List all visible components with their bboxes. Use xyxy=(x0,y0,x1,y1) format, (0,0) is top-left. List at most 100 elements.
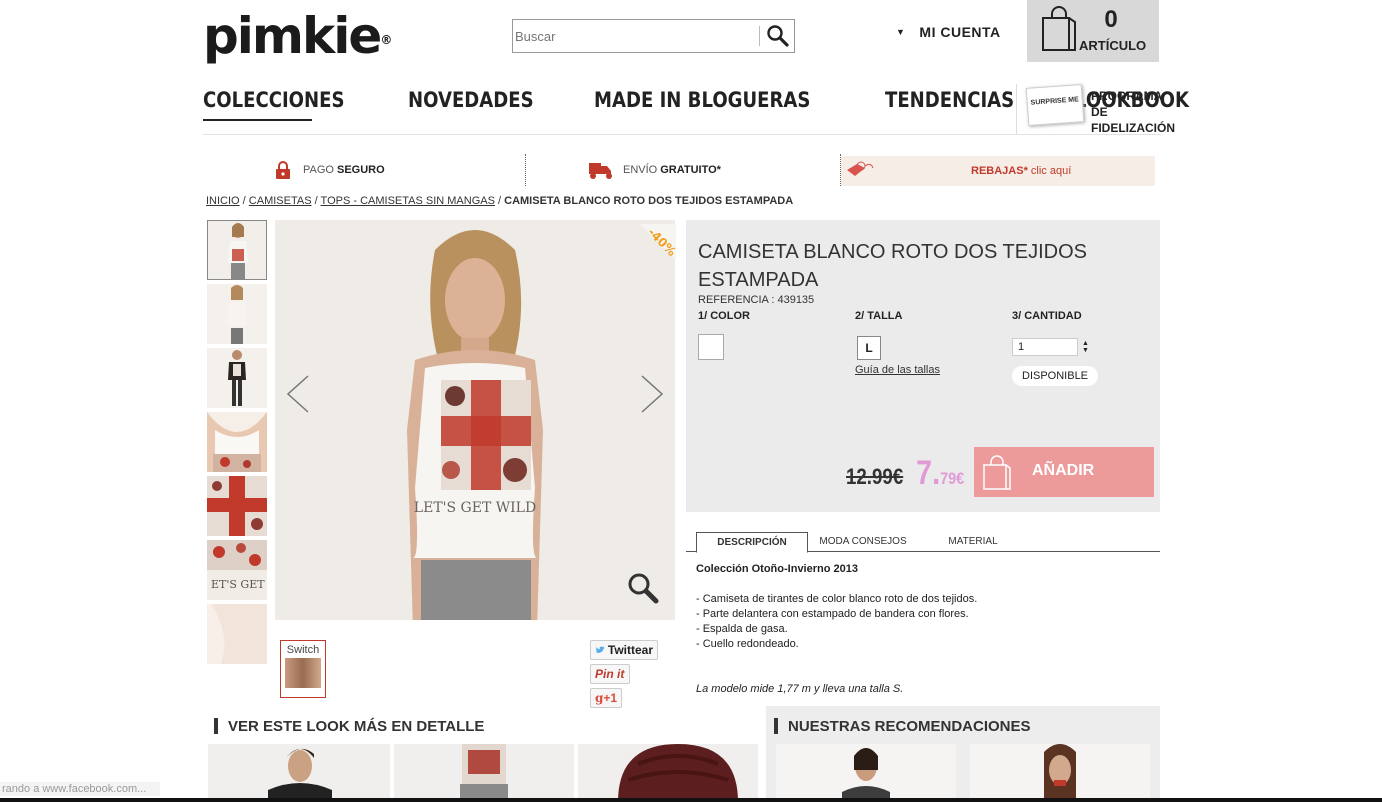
size-step-label: 2/ TALLA xyxy=(855,310,903,322)
chevron-right-icon xyxy=(641,375,664,413)
nav-divider xyxy=(203,134,1161,135)
account-menu[interactable]: ▼ MI CUENTA xyxy=(896,24,1001,40)
thumbnail-1[interactable] xyxy=(207,220,267,280)
description-bullet: - Parte delantera con estampado de bande… xyxy=(696,608,969,620)
look-item-1[interactable] xyxy=(208,744,390,802)
size-option-l[interactable]: L xyxy=(857,336,881,360)
search-separator xyxy=(759,26,760,46)
recommendations-heading: NUESTRAS RECOMENDACIONES xyxy=(774,714,1031,738)
description-bullet: - Camiseta de tirantes de color blanco r… xyxy=(696,593,978,605)
availability-badge: DISPONIBLE xyxy=(1012,366,1099,386)
shopping-bag-icon xyxy=(983,455,1011,490)
quantity-step-label: 3/ CANTIDAD xyxy=(1012,310,1082,322)
thumbnail-7[interactable] xyxy=(207,604,267,664)
thumbnail-image xyxy=(208,221,266,279)
surprise-me-card: SURPRISE ME xyxy=(1025,84,1085,126)
google-plus-button[interactable]: g +1 xyxy=(590,688,622,708)
caret-down-icon: ▼ xyxy=(896,27,906,37)
next-image-arrow[interactable] xyxy=(636,374,666,414)
model-size-note: La modelo mide 1,77 m y lleva una talla … xyxy=(696,683,904,695)
thumbnail-2[interactable] xyxy=(207,284,267,344)
color-step-label: 1/ COLOR xyxy=(698,310,750,322)
look-item-image xyxy=(460,744,508,802)
breadcrumb-camisetas[interactable]: CAMISETAS xyxy=(249,195,312,207)
nav-item-made-in-blogueras[interactable]: MADE IN BLOGUERAS xyxy=(594,88,810,112)
discount-badge: -40% xyxy=(636,224,679,264)
recommendation-item-2[interactable] xyxy=(970,744,1150,802)
color-swatch-white[interactable] xyxy=(698,334,724,360)
switch-widget[interactable]: Switch xyxy=(280,640,326,698)
model-photo: LET'S GET WILD xyxy=(275,220,675,620)
pinterest-button[interactable]: Pin it xyxy=(590,664,630,684)
look-item-image xyxy=(618,744,738,802)
sales-banner[interactable]: REBAJAS* clic aquí xyxy=(841,156,1155,186)
thumbnail-image xyxy=(207,604,267,664)
tab-descripcion[interactable]: DESCRIPCIÓN xyxy=(696,532,808,553)
cart-label: ARTÍCULO xyxy=(1079,38,1147,53)
lock-icon xyxy=(276,161,290,179)
description-content: Colección Otoño-Invierno 2013 - Camiseta… xyxy=(696,562,1156,697)
description-heading: Colección Otoño-Invierno 2013 xyxy=(696,563,858,575)
search-button[interactable] xyxy=(765,23,791,49)
thumbnail-5[interactable] xyxy=(207,476,267,536)
delivery-scooter-icon xyxy=(589,163,612,179)
stepper-up-icon[interactable]: ▲ xyxy=(1082,340,1089,347)
bottom-edge xyxy=(0,798,1382,802)
description-bullet: - Cuello redondeado. xyxy=(696,638,799,650)
tab-moda-consejos[interactable]: MODA CONSEJOS xyxy=(808,532,918,552)
recommendation-item-1[interactable] xyxy=(776,744,956,802)
search-box xyxy=(512,19,795,53)
thumbnail-image: ET'S GET W xyxy=(207,540,267,600)
loyalty-program-link[interactable]: SURPRISE ME PROGRAMA DE FIDELIZACIÓN xyxy=(1016,84,1175,135)
heading-bar xyxy=(214,718,218,734)
breadcrumb-tops[interactable]: TOPS - CAMISETAS SIN MANGAS xyxy=(321,195,495,207)
look-item-2[interactable] xyxy=(394,744,574,802)
free-shipping[interactable]: ENVÍO GRATUITO* xyxy=(587,154,721,186)
breadcrumb-current: CAMISETA BLANCO ROTO DOS TEJIDOS ESTAMPA… xyxy=(504,195,794,207)
thumbnail-image xyxy=(207,412,267,472)
stepper-down-icon[interactable]: ▼ xyxy=(1082,347,1089,354)
product-main-image[interactable]: LET'S GET WILD xyxy=(275,220,675,620)
secure-payment[interactable]: PAGO SEGURO xyxy=(275,154,385,186)
browser-status-bar: rando a www.facebook.com... xyxy=(0,782,160,796)
chevron-left-icon xyxy=(286,375,309,413)
cart-button[interactable]: 0 ARTÍCULO xyxy=(1027,0,1159,62)
nav-item-tendencias[interactable]: TENDENCIAS xyxy=(885,88,1014,112)
switch-preview-image xyxy=(285,658,321,688)
nav-active-underline xyxy=(203,119,312,121)
info-bar: PAGO SEGURO ENVÍO GRATUITO* REBAJAS* clic … xyxy=(203,154,1155,186)
svg-text:LET'S GET WILD: LET'S GET WILD xyxy=(414,500,536,516)
breadcrumb-inicio[interactable]: INICIO xyxy=(206,195,240,207)
svg-text:ET'S GET W: ET'S GET W xyxy=(211,578,267,591)
breadcrumb: INICIO / CAMISETAS / TOPS - CAMISETAS SI… xyxy=(206,195,794,207)
search-icon xyxy=(767,25,789,47)
zoom-button[interactable] xyxy=(626,571,660,605)
add-to-cart-button[interactable]: AÑADIR xyxy=(974,447,1154,497)
previous-image-arrow[interactable] xyxy=(284,374,314,414)
account-label: MI CUENTA xyxy=(919,24,1001,40)
look-item-3[interactable] xyxy=(578,744,758,802)
price-tag-icon xyxy=(847,161,874,176)
thumbnail-6[interactable]: ET'S GET W xyxy=(207,540,267,600)
nav-item-novedades[interactable]: NOVEDADES xyxy=(408,88,534,112)
product-tabs: DESCRIPCIÓN MODA CONSEJOS MATERIAL xyxy=(686,532,1160,553)
twitter-bird-icon xyxy=(595,646,605,653)
size-guide-link[interactable]: Guía de las tallas xyxy=(855,364,940,376)
heading-bar xyxy=(774,718,778,734)
recommendation-image xyxy=(842,748,890,802)
magnifier-icon xyxy=(628,573,659,604)
nav-item-colecciones[interactable]: COLECCIONES xyxy=(203,88,344,112)
pimkie-logo[interactable]: pimkie® xyxy=(203,8,392,64)
google-g-icon: g xyxy=(595,691,604,705)
thumbnail-3[interactable] xyxy=(207,348,267,408)
tab-material[interactable]: MATERIAL xyxy=(928,532,1018,552)
twitter-share-button[interactable]: Twittear xyxy=(590,640,658,660)
search-input[interactable] xyxy=(515,26,755,46)
quantity-stepper[interactable]: ▲ ▼ xyxy=(1082,340,1089,354)
description-bullet: - Espalda de gasa. xyxy=(696,623,788,635)
quantity-input[interactable]: 1 xyxy=(1012,338,1078,356)
product-panel: CAMISETA BLANCO ROTO DOS TEJIDOS ESTAMPA… xyxy=(686,220,1160,512)
old-price: 12.99€ xyxy=(846,464,904,489)
thumbnail-4[interactable] xyxy=(207,412,267,472)
info-separator xyxy=(525,154,526,186)
